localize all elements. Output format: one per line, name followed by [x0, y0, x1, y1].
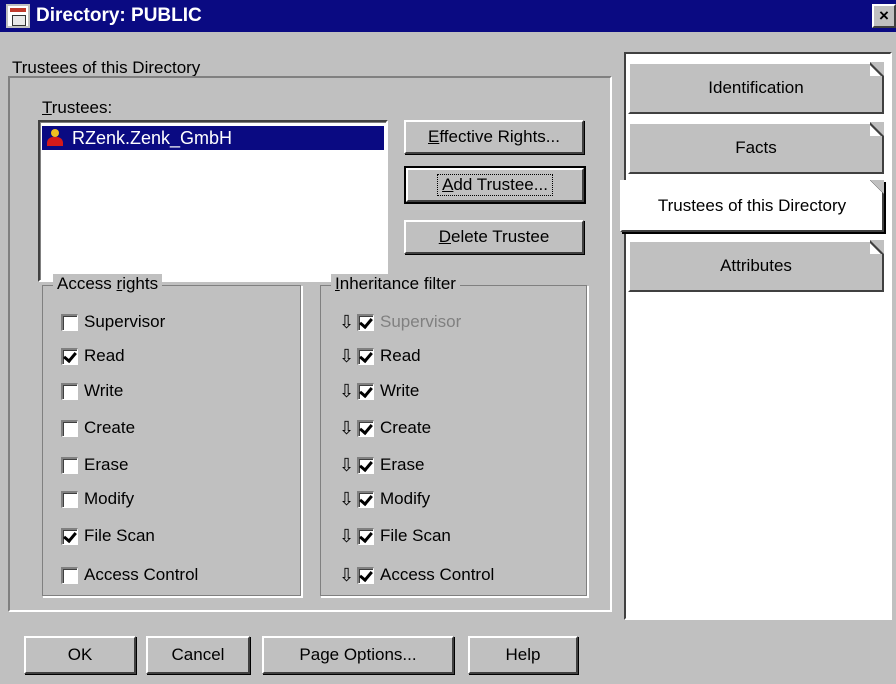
delete-trustee-button[interactable]: Delete Trustee	[404, 220, 584, 254]
access-create-checkbox[interactable]: Create	[61, 416, 135, 440]
down-arrow-icon: ⇩	[339, 489, 355, 509]
directory-app-icon[interactable]	[6, 4, 30, 28]
page-fold-icon	[870, 180, 884, 194]
trustee-list-item[interactable]: RZenk.Zenk_GmbH	[42, 126, 384, 150]
checkbox-box[interactable]	[61, 419, 78, 437]
add-trustee-button[interactable]: Add Trustee...	[404, 166, 586, 204]
window-title: Directory: PUBLIC	[36, 5, 202, 26]
inherit-file-scan-checkbox[interactable]: ⇩ File Scan	[339, 524, 451, 548]
inherit-create-checkbox[interactable]: ⇩ Create	[339, 416, 431, 440]
checkbox-box[interactable]	[357, 382, 374, 400]
checkbox-box[interactable]	[357, 313, 374, 331]
access-access-control-checkbox[interactable]: Access Control	[61, 563, 198, 587]
checkbox-box[interactable]	[357, 347, 374, 365]
user-icon	[46, 129, 64, 147]
checkbox-box[interactable]	[61, 347, 78, 365]
page-fold-icon	[870, 62, 884, 76]
cancel-button[interactable]: Cancel	[146, 636, 250, 674]
tab-identification[interactable]: Identification	[628, 62, 884, 114]
access-rights-title: Access rights	[53, 274, 163, 294]
access-erase-checkbox[interactable]: Erase	[61, 453, 128, 477]
title-bar: Directory: PUBLIC ×	[0, 0, 896, 32]
checkbox-box[interactable]	[61, 566, 78, 584]
tab-trustees-of-this-directory[interactable]: Trustees of this Directory	[620, 180, 884, 232]
trustee-name: RZenk.Zenk_GmbH	[72, 127, 233, 148]
down-arrow-icon: ⇩	[339, 312, 355, 332]
access-modify-checkbox[interactable]: Modify	[61, 487, 134, 511]
inheritance-filter-title: Inheritance filter	[331, 274, 460, 294]
inherit-write-checkbox[interactable]: ⇩ Write	[339, 379, 419, 403]
access-write-checkbox[interactable]: Write	[61, 379, 123, 403]
checkbox-box[interactable]	[357, 490, 374, 508]
effective-rights-button[interactable]: Effective Rights...	[404, 120, 584, 154]
trustees-listbox[interactable]: RZenk.Zenk_GmbH	[38, 120, 388, 282]
checkbox-box[interactable]	[61, 527, 78, 545]
access-rights-group: Access rights Supervisor Read Write Crea…	[42, 274, 302, 597]
inherit-access-control-checkbox[interactable]: ⇩ Access Control	[339, 563, 494, 587]
checkbox-box[interactable]	[357, 566, 374, 584]
access-supervisor-checkbox[interactable]: Supervisor	[61, 310, 165, 334]
checkbox-box[interactable]	[61, 313, 78, 331]
down-arrow-icon: ⇩	[339, 565, 355, 585]
inherit-modify-checkbox[interactable]: ⇩ Modify	[339, 487, 430, 511]
trustees-label: Trustees:	[42, 98, 113, 117]
checkbox-box[interactable]	[357, 456, 374, 474]
tab-facts[interactable]: Facts	[628, 122, 884, 174]
access-read-checkbox[interactable]: Read	[61, 344, 125, 368]
inherit-erase-checkbox[interactable]: ⇩ Erase	[339, 453, 424, 477]
down-arrow-icon: ⇩	[339, 526, 355, 546]
down-arrow-icon: ⇩	[339, 455, 355, 475]
page-title: Trustees of this Directory	[12, 58, 201, 77]
page-fold-icon	[870, 240, 884, 254]
inherit-read-checkbox[interactable]: ⇩ Read	[339, 344, 421, 368]
page-fold-icon	[870, 122, 884, 136]
inheritance-filter-group: Inheritance filter ⇩ Supervisor ⇩ Read ⇩ Wr…	[320, 274, 588, 597]
checkbox-box[interactable]	[357, 419, 374, 437]
help-button[interactable]: Help	[468, 636, 578, 674]
down-arrow-icon: ⇩	[339, 381, 355, 401]
ok-button[interactable]: OK	[24, 636, 136, 674]
inherit-supervisor-checkbox[interactable]: ⇩ Supervisor	[339, 310, 461, 334]
tab-attributes[interactable]: Attributes	[628, 240, 884, 292]
close-button[interactable]: ×	[872, 4, 896, 28]
page-options-button[interactable]: Page Options...	[262, 636, 454, 674]
down-arrow-icon: ⇩	[339, 418, 355, 438]
checkbox-box[interactable]	[61, 490, 78, 508]
checkbox-box[interactable]	[61, 456, 78, 474]
access-file-scan-checkbox[interactable]: File Scan	[61, 524, 155, 548]
checkbox-box[interactable]	[61, 382, 78, 400]
down-arrow-icon: ⇩	[339, 346, 355, 366]
checkbox-box[interactable]	[357, 527, 374, 545]
